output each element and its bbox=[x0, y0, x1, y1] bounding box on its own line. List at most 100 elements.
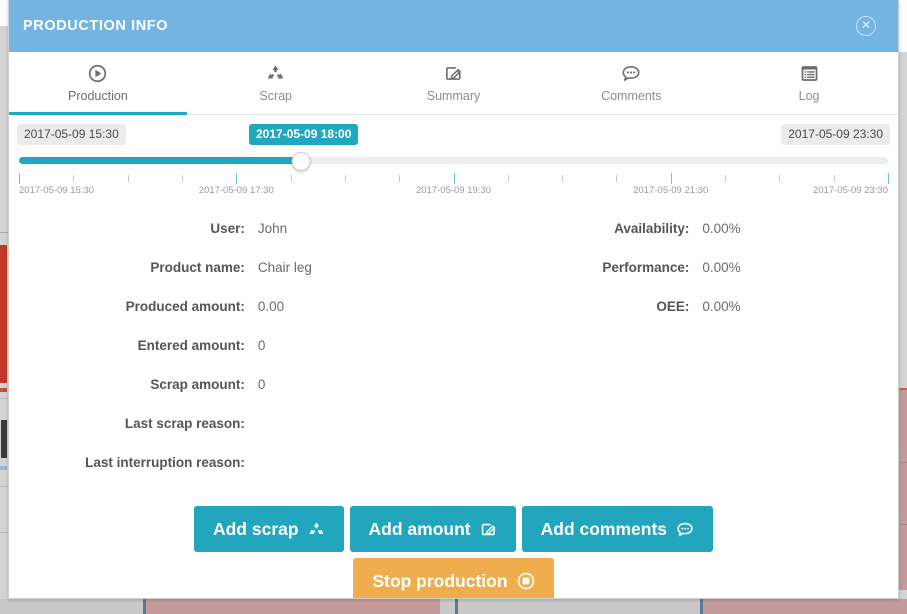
timeline-tick-minor bbox=[181, 175, 183, 182]
field-value: John bbox=[257, 221, 288, 236]
timeline-slider: 2017-05-09 15:30 2017-05-09 18:00 2017-0… bbox=[9, 115, 898, 199]
add-comments-button[interactable]: Add comments bbox=[521, 506, 714, 552]
field-label: Performance: bbox=[602, 260, 690, 275]
field-label: OEE: bbox=[656, 299, 690, 314]
timeline-tick-minor bbox=[725, 175, 727, 182]
secondary-action-row: Stop production bbox=[9, 558, 898, 598]
field-scrap-amount: Scrap amount: 0 bbox=[9, 365, 454, 404]
field-oee: OEE: 0.00% bbox=[454, 287, 899, 326]
timeline-fill bbox=[19, 157, 301, 164]
info-grid: User: John Product name: Chair leg Produ… bbox=[9, 209, 898, 482]
background-gantt-bar bbox=[703, 599, 907, 614]
background-left-red-bar-small bbox=[0, 388, 7, 392]
tab-scrap[interactable]: Scrap bbox=[187, 52, 365, 114]
info-column-right: Availability: 0.00% Performance: 0.00% O… bbox=[454, 209, 899, 482]
timeline-tick-minor bbox=[344, 175, 346, 182]
timeline-axis-label: 2017-05-09 17:30 bbox=[198, 185, 274, 196]
edit-square-icon bbox=[444, 64, 463, 84]
timeline-tick-minor bbox=[562, 175, 564, 182]
field-label: Availability: bbox=[614, 221, 690, 236]
page-title: PRODUCTION INFO bbox=[23, 18, 169, 34]
timeline-axis-label: 2017-05-09 23:30 bbox=[812, 185, 888, 196]
timeline-axis-label: 2017-05-09 19:30 bbox=[415, 185, 492, 196]
tab-label: Comments bbox=[601, 88, 662, 103]
background-left-dark-bar bbox=[1, 420, 7, 458]
background-gantt-tick bbox=[700, 599, 703, 614]
add-scrap-label: Add scrap bbox=[212, 519, 299, 539]
stop-production-label: Stop production bbox=[372, 571, 508, 591]
field-label: Scrap amount: bbox=[150, 377, 245, 392]
timeline-axis-label: 2017-05-09 21:30 bbox=[633, 185, 709, 196]
background-left-red-bar bbox=[0, 245, 7, 383]
tab-label: Scrap bbox=[259, 88, 293, 103]
tab-bar: Production Scrap Summary Comments Log bbox=[9, 52, 898, 115]
timeline-tick-minor bbox=[616, 175, 618, 182]
field-label: Last interruption reason: bbox=[85, 455, 245, 470]
background-gantt-strip bbox=[0, 599, 907, 614]
tab-production[interactable]: Production bbox=[9, 52, 187, 115]
field-label: Last scrap reason: bbox=[124, 416, 245, 431]
stop-circle-icon bbox=[517, 572, 535, 590]
timeline-ticks bbox=[19, 173, 889, 184]
timeline-tick-minor bbox=[73, 175, 75, 182]
field-availability: Availability: 0.00% bbox=[454, 209, 899, 248]
timeline-track-area[interactable] bbox=[19, 152, 888, 171]
recycle-icon bbox=[308, 521, 325, 538]
add-scrap-button[interactable]: Add scrap bbox=[193, 506, 344, 552]
timeline-tick-major bbox=[888, 173, 889, 184]
field-performance: Performance: 0.00% bbox=[454, 248, 899, 287]
field-value: 0.00% bbox=[702, 299, 741, 314]
field-product-name: Product name: Chair leg bbox=[9, 248, 454, 287]
background-left-divider bbox=[0, 486, 8, 487]
background-gantt-tick bbox=[143, 599, 146, 614]
tab-summary[interactable]: Summary bbox=[365, 52, 543, 114]
tab-log[interactable]: Log bbox=[720, 52, 898, 114]
timeline-handle[interactable] bbox=[291, 152, 311, 171]
timeline-tick-minor bbox=[127, 175, 129, 182]
field-value: 0 bbox=[257, 377, 266, 392]
tab-label: Production bbox=[68, 88, 128, 103]
field-label: User: bbox=[210, 221, 245, 236]
field-label: Product name: bbox=[150, 260, 245, 275]
field-label: Entered amount: bbox=[137, 338, 245, 353]
stop-production-button[interactable]: Stop production bbox=[353, 558, 554, 598]
field-last-scrap-reason: Last scrap reason: bbox=[9, 404, 454, 443]
tab-comments[interactable]: Comments bbox=[542, 52, 720, 114]
timeline-tick-major bbox=[670, 173, 672, 184]
timeline-current-label: 2017-05-09 18:00 bbox=[249, 124, 359, 145]
timeline-tick-minor bbox=[290, 175, 292, 182]
field-value: 0.00% bbox=[702, 260, 741, 275]
list-window-icon bbox=[800, 64, 819, 84]
timeline-axis-label: 2017-05-09 15:30 bbox=[19, 185, 95, 196]
background-left-divider bbox=[0, 398, 8, 399]
background-left-divider bbox=[0, 232, 8, 233]
comment-icon bbox=[621, 64, 641, 84]
add-amount-button[interactable]: Add amount bbox=[349, 506, 516, 552]
production-info-modal: PRODUCTION INFO ✕ Production Scrap Summa… bbox=[8, 0, 899, 599]
play-circle-icon bbox=[88, 64, 107, 84]
timeline-end-label: 2017-05-09 23:30 bbox=[781, 124, 890, 145]
tab-label: Log bbox=[798, 88, 820, 103]
field-entered-amount: Entered amount: 0 bbox=[9, 326, 454, 365]
timeline-axis-labels: 2017-05-09 15:30 2017-05-09 17:30 2017-05-… bbox=[19, 185, 888, 199]
background-gantt-tick bbox=[455, 599, 458, 614]
timeline-start-label: 2017-05-09 15:30 bbox=[17, 124, 126, 145]
add-comments-label: Add comments bbox=[540, 519, 668, 539]
modal-title-bar: PRODUCTION INFO ✕ bbox=[9, 0, 898, 52]
timeline-tick-minor bbox=[507, 175, 509, 182]
recycle-icon bbox=[266, 64, 285, 84]
tab-label: Summary bbox=[426, 88, 481, 103]
close-circle-icon[interactable]: ✕ bbox=[856, 16, 876, 36]
field-produced-amount: Produced amount: 0.00 bbox=[9, 287, 454, 326]
background-left-gap bbox=[0, 0, 8, 26]
background-left-blue-bar bbox=[0, 466, 7, 470]
field-user: User: John bbox=[9, 209, 454, 248]
timeline-value-labels: 2017-05-09 15:30 2017-05-09 18:00 2017-0… bbox=[17, 124, 890, 145]
timeline-tick-major bbox=[453, 173, 455, 184]
field-value: 0.00% bbox=[702, 221, 741, 236]
timeline-tick-minor bbox=[833, 175, 835, 182]
info-column-left: User: John Product name: Chair leg Produ… bbox=[9, 209, 454, 482]
action-buttons: Add scrap Add amount Add comments Stop p… bbox=[9, 506, 898, 598]
timeline-tick-minor bbox=[399, 175, 401, 182]
add-amount-label: Add amount bbox=[368, 519, 471, 539]
